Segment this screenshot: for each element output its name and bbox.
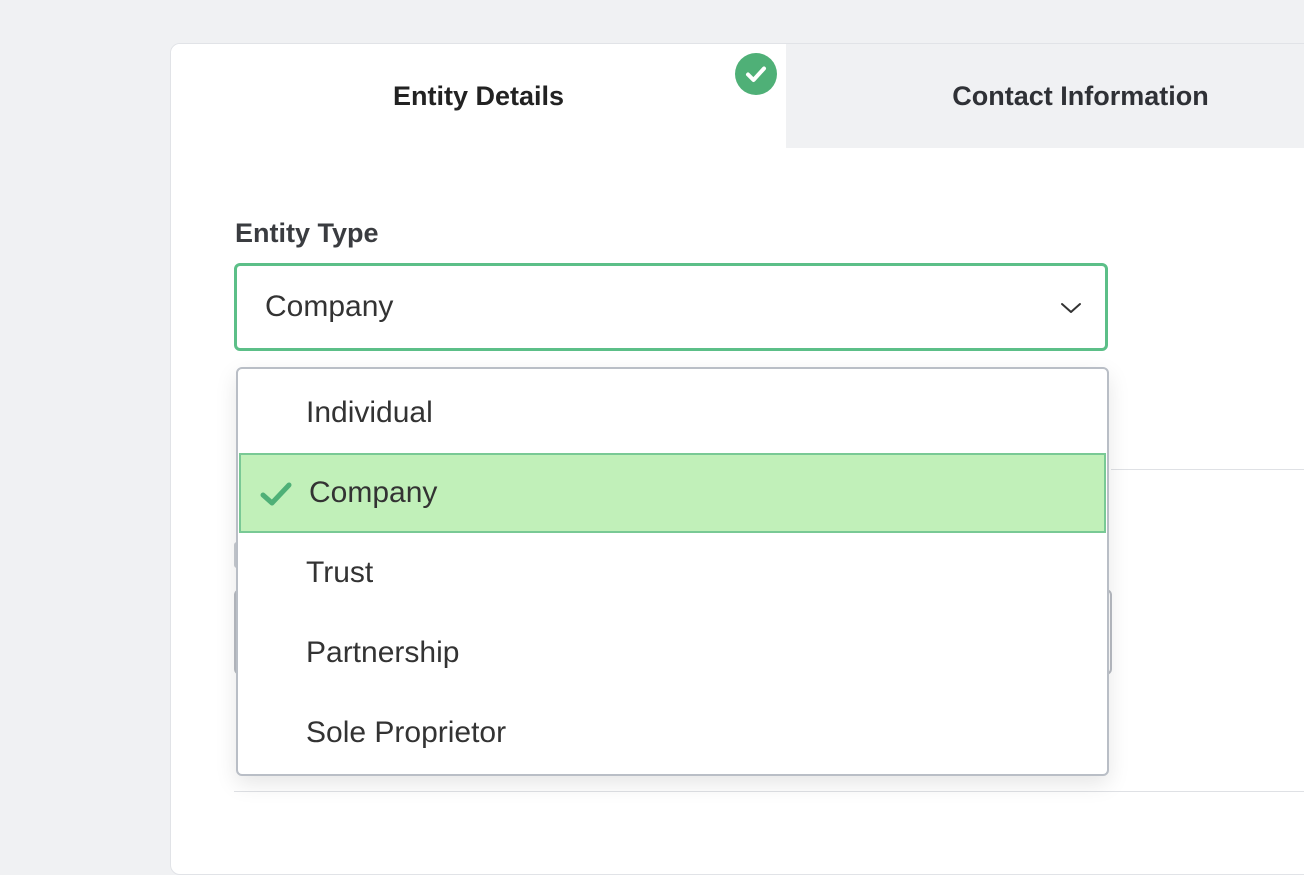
option-trust[interactable]: Trust [238, 533, 1107, 613]
option-label: Company [309, 476, 438, 509]
option-company[interactable]: Company [239, 453, 1106, 533]
option-sole-proprietor[interactable]: Sole Proprietor [238, 693, 1107, 773]
option-label: Individual [306, 396, 433, 429]
tab-contact-information[interactable]: Contact Information [786, 44, 1304, 148]
tab-entity-details-label: Entity Details [392, 80, 565, 111]
checkmark-icon [260, 482, 292, 506]
entity-type-dropdown: Individual Company Trust Partnership Sol… [236, 367, 1109, 776]
section-divider [1111, 469, 1304, 470]
option-label: Sole Proprietor [306, 716, 507, 749]
tab-entity-details[interactable]: Entity Details [171, 44, 786, 148]
entity-type-select[interactable]: Company [234, 263, 1108, 351]
entity-type-label: Entity Type [235, 218, 379, 248]
option-label: Partnership [306, 636, 460, 669]
tab-contact-information-label: Contact Information [952, 80, 1209, 111]
section-divider-bottom [234, 791, 1304, 792]
option-individual[interactable]: Individual [238, 373, 1107, 453]
chevron-down-icon [1061, 303, 1081, 313]
option-label: Trust [306, 556, 374, 589]
check-circle-icon [735, 53, 777, 95]
entity-type-selected-value: Company [265, 290, 394, 323]
option-partnership[interactable]: Partnership [238, 613, 1107, 693]
